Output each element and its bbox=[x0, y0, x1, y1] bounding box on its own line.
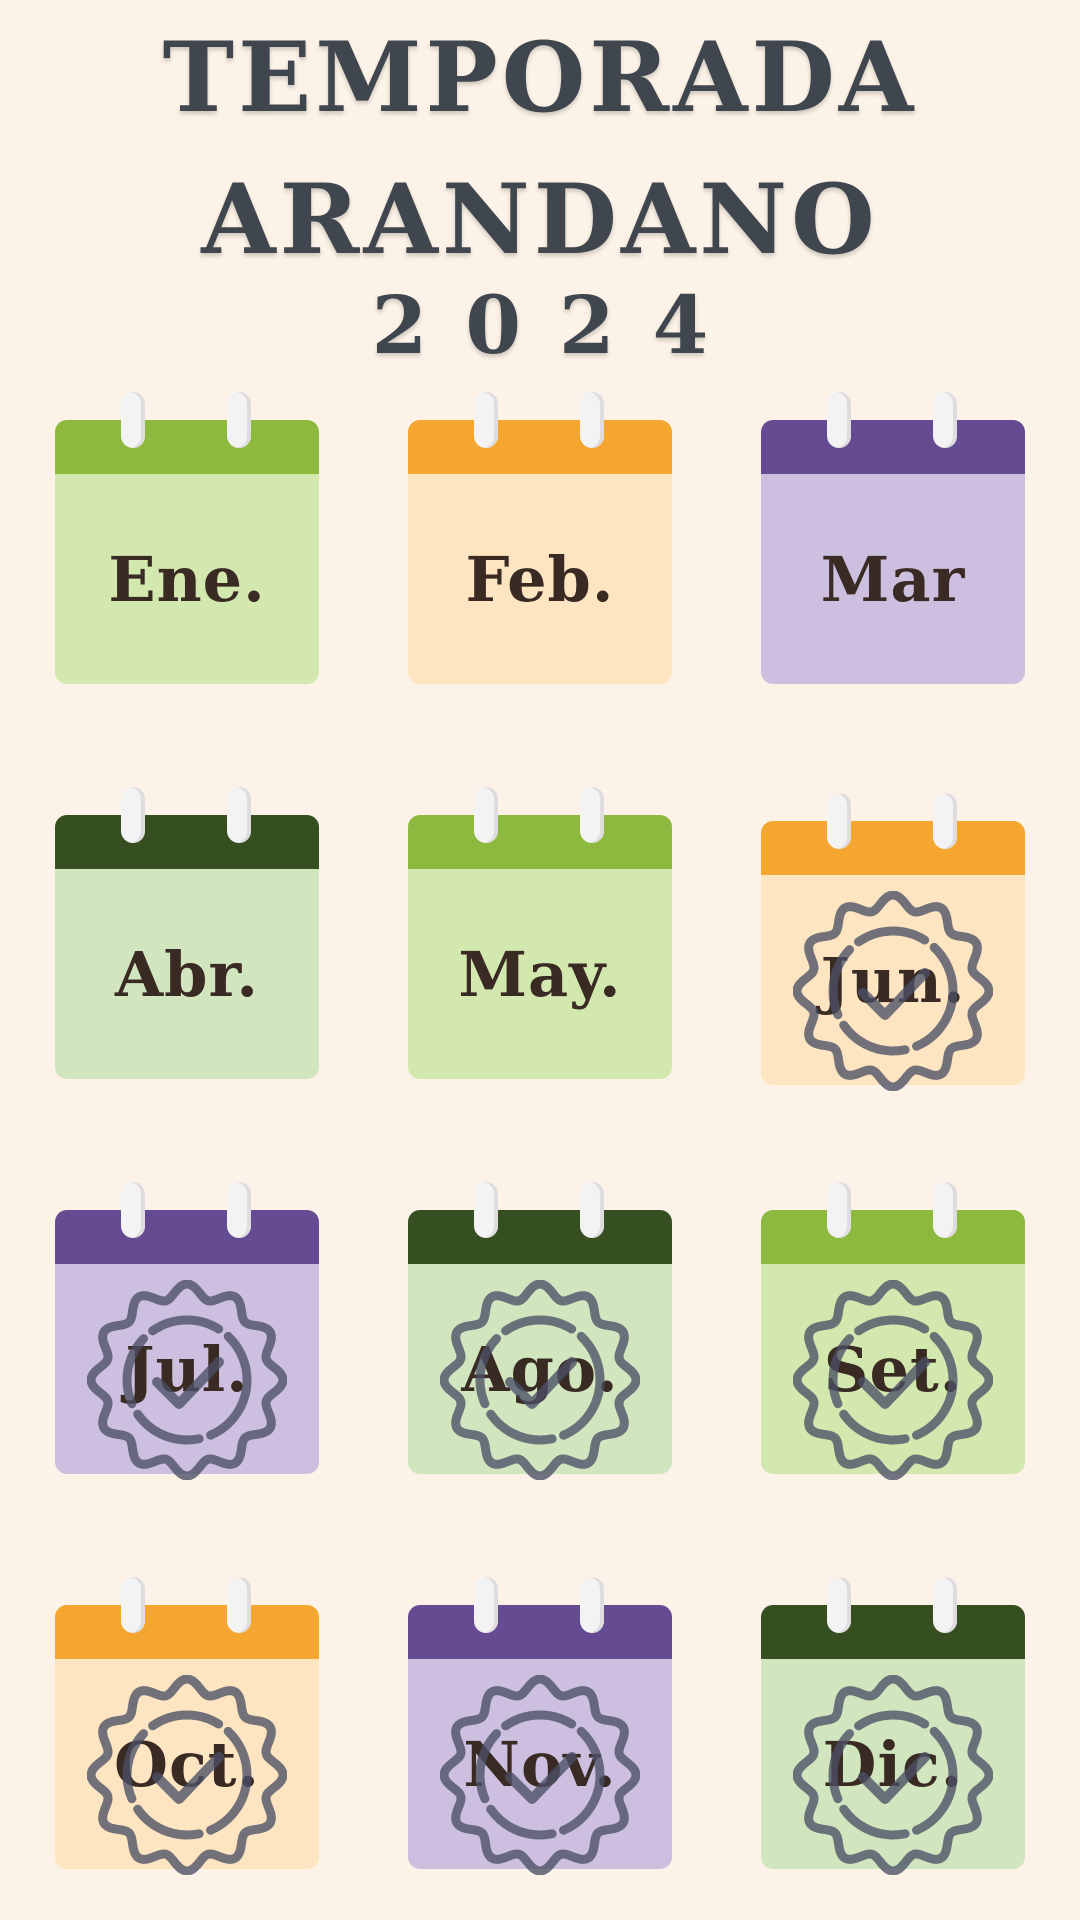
verified-badge-icon bbox=[793, 1675, 993, 1875]
binder-ring bbox=[580, 1577, 604, 1633]
binder-ring bbox=[827, 793, 851, 849]
calendar-header bbox=[761, 821, 1025, 875]
month-card: Set. bbox=[761, 1182, 1025, 1480]
calendar-header bbox=[408, 1210, 672, 1264]
binder-ring bbox=[121, 1577, 145, 1633]
binder-ring bbox=[933, 793, 957, 849]
binder-ring bbox=[227, 1577, 251, 1633]
binder-ring bbox=[474, 392, 498, 448]
month-card: Dic. bbox=[761, 1577, 1025, 1875]
calendar-header bbox=[761, 1210, 1025, 1264]
month-label: Abr. bbox=[114, 937, 259, 1011]
binder-ring bbox=[933, 392, 957, 448]
binder-ring bbox=[474, 1182, 498, 1238]
month-card: Mar bbox=[761, 392, 1025, 684]
month-card: May. bbox=[408, 787, 672, 1079]
calendar-header bbox=[408, 420, 672, 474]
calendar-header bbox=[55, 420, 319, 474]
month-card: Ago. bbox=[408, 1182, 672, 1480]
binder-ring bbox=[827, 392, 851, 448]
binder-ring bbox=[580, 787, 604, 843]
binder-ring bbox=[933, 1182, 957, 1238]
binder-ring bbox=[121, 392, 145, 448]
binder-ring bbox=[227, 787, 251, 843]
verified-badge-icon bbox=[87, 1280, 287, 1480]
binder-ring bbox=[474, 1577, 498, 1633]
month-card: Jul. bbox=[55, 1182, 319, 1480]
binder-ring bbox=[121, 787, 145, 843]
month-label: Mar bbox=[820, 542, 966, 616]
binder-ring bbox=[580, 1182, 604, 1238]
binder-ring bbox=[933, 1577, 957, 1633]
verified-badge-icon bbox=[440, 1675, 640, 1875]
binder-ring bbox=[227, 1182, 251, 1238]
binder-ring bbox=[580, 392, 604, 448]
calendar-header bbox=[761, 420, 1025, 474]
month-card: Jun. bbox=[761, 793, 1025, 1091]
verified-badge-icon bbox=[440, 1280, 640, 1480]
calendar-header bbox=[408, 815, 672, 869]
month-card: Feb. bbox=[408, 392, 672, 684]
title-year: 2024 bbox=[371, 278, 747, 372]
month-label: Feb. bbox=[465, 542, 615, 616]
month-label: May. bbox=[458, 937, 622, 1011]
month-card: Nov. bbox=[408, 1577, 672, 1875]
month-label: Ene. bbox=[108, 542, 266, 616]
calendar-header bbox=[761, 1605, 1025, 1659]
binder-ring bbox=[227, 392, 251, 448]
calendar-header bbox=[55, 1210, 319, 1264]
month-card: Oct. bbox=[55, 1577, 319, 1875]
verified-badge-icon bbox=[793, 1280, 993, 1480]
month-card: Abr. bbox=[55, 787, 319, 1079]
binder-ring bbox=[121, 1182, 145, 1238]
verified-badge-icon bbox=[87, 1675, 287, 1875]
binder-ring bbox=[827, 1577, 851, 1633]
binder-ring bbox=[474, 787, 498, 843]
binder-ring bbox=[827, 1182, 851, 1238]
month-card: Ene. bbox=[55, 392, 319, 684]
calendar-header bbox=[55, 815, 319, 869]
title-line-2: ARANDANO bbox=[201, 163, 879, 276]
verified-badge-icon bbox=[793, 891, 993, 1091]
calendar-header bbox=[408, 1605, 672, 1659]
title-line-1: TEMPORADA bbox=[162, 21, 918, 134]
calendar-header bbox=[55, 1605, 319, 1659]
